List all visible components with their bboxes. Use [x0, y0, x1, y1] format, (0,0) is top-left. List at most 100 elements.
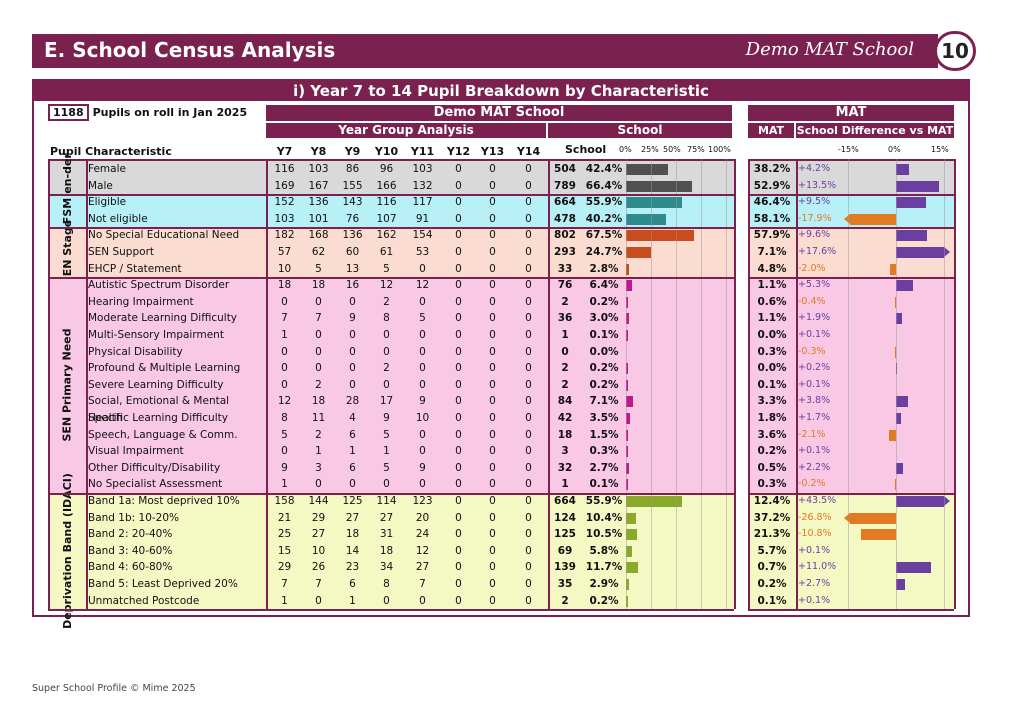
year-count: 18: [345, 528, 360, 541]
school-pct: 2.9%: [589, 578, 619, 590]
year-count: 9: [349, 312, 356, 325]
diff-value: -17.9%: [798, 212, 832, 224]
school-pct: 3.5%: [589, 412, 619, 424]
school-total: 2: [561, 378, 569, 391]
year-count: 0: [419, 262, 426, 275]
table-row: Not eligible 103 101 76 107 91 0 0 0 478 40.2% 58.1…: [0, 211, 1012, 228]
school-bar: [626, 213, 667, 225]
year-count: 169: [274, 179, 295, 192]
mat-pct: 58.1%: [753, 212, 791, 225]
row-label: Female: [88, 163, 126, 175]
year-count: 1: [281, 478, 288, 491]
year-count: 0: [525, 461, 532, 474]
school-pct: 66.4%: [585, 179, 623, 192]
mat-pct: 4.8%: [757, 262, 787, 275]
year-count: 62: [311, 246, 326, 258]
year-count: 0: [489, 528, 496, 541]
year-count: 10: [311, 544, 326, 557]
year-count: 0: [349, 362, 356, 375]
diff-bar: [896, 496, 944, 507]
year-count: 0: [489, 345, 496, 358]
school-total: 293: [554, 246, 576, 258]
year-count: 4: [349, 412, 356, 424]
year-count: 158: [274, 495, 295, 507]
school-total: 478: [554, 212, 576, 225]
school-bar: [626, 180, 693, 192]
year-count: 0: [525, 412, 532, 424]
year-count: 96: [379, 163, 394, 175]
row-label: Unmatched Postcode: [88, 594, 200, 607]
year-count: 0: [489, 495, 496, 507]
school-bar: [626, 230, 694, 242]
diff-value: -10.8%: [798, 528, 832, 540]
year-count: 0: [525, 295, 532, 308]
table-row: Unmatched Postcode 1 0 1 0 0 0 0 0 2 0.2% 0.1% +0.1%: [0, 593, 1012, 610]
year-count: 0: [455, 511, 462, 524]
year-count: 0: [455, 212, 462, 225]
year-count: 34: [379, 561, 394, 574]
diff-bar: [896, 247, 944, 258]
diff-bar: [861, 529, 896, 541]
year-count: 1: [349, 594, 356, 607]
year-count: 23: [345, 561, 360, 574]
group-divider: [748, 227, 954, 229]
table-row: Female 116 103 86 96 103 0 0 0 504 42.4% 38.2% +4.2%: [0, 161, 1012, 178]
year-count: 0: [455, 478, 462, 491]
year-count: 0: [419, 478, 426, 491]
year-count: 0: [489, 262, 496, 275]
year-count: 0: [455, 229, 462, 242]
row-label: Band 3: 40-60%: [88, 544, 173, 557]
year-count: 114: [376, 495, 397, 507]
year-count: 0: [489, 412, 496, 424]
mat-pct: 0.0%: [757, 329, 787, 341]
year-count: 0: [489, 544, 496, 557]
table-row: Social, Emotional & Mental Health 12 18 28 1…: [0, 393, 1012, 424]
year-count: 0: [525, 395, 532, 408]
school-pct: 42.4%: [585, 163, 623, 175]
table-row: SEN Support 57 62 60 61 53 0 0 0 293 24.7% 7.1% +17.…: [0, 244, 1012, 261]
year-count: 0: [281, 362, 288, 375]
school-axis-tick: 50%: [663, 145, 681, 154]
year-count: 29: [311, 511, 326, 524]
table-row: Male 169 167 155 166 132 0 0 0 789 66.4% 52.9% +13.5…: [0, 178, 1012, 195]
year-count: 0: [455, 594, 462, 607]
year-count: 0: [489, 378, 496, 391]
year-count: 0: [455, 561, 462, 574]
year-count: 18: [311, 279, 326, 292]
year-count: 0: [525, 312, 532, 325]
year-count: 29: [277, 561, 292, 574]
year-count: 17: [379, 395, 394, 408]
year-count: 123: [412, 495, 433, 507]
row-label: Autistic Spectrum Disorder: [88, 279, 230, 292]
year-count: 0: [525, 478, 532, 491]
year-count: 0: [315, 295, 322, 308]
school-pct: 2.8%: [589, 262, 619, 275]
year-count: 101: [308, 212, 329, 225]
school-pct: 55.9%: [585, 495, 623, 507]
diff-value: +1.9%: [798, 312, 831, 324]
school-total: 36: [557, 312, 573, 325]
row-label: Other Difficulty/Disability: [88, 461, 221, 474]
year-count: 0: [489, 445, 496, 458]
year-count: 0: [525, 561, 532, 574]
diff-bar: [850, 512, 896, 524]
year-count: 0: [455, 295, 462, 308]
year-count: 1: [383, 445, 390, 458]
year-count: 0: [455, 246, 462, 258]
year-count: 0: [525, 378, 532, 391]
year-count: 1: [281, 329, 288, 341]
school-bar: [626, 164, 669, 175]
school-pct: 0.0%: [589, 345, 619, 358]
group-divider: [748, 493, 954, 495]
year-count: 16: [345, 279, 360, 292]
year-count: 0: [455, 495, 462, 507]
year-count: 0: [315, 329, 322, 341]
year-count: 10: [415, 412, 430, 424]
mat-pct: 46.4%: [753, 196, 791, 209]
table-row: Physical Disability 0 0 0 0 0 0 0 0 0 0.0% 0.3% -0.3…: [0, 344, 1012, 361]
school-total: 139: [554, 561, 576, 574]
school-bar: [626, 247, 651, 258]
year-count: 8: [383, 578, 390, 590]
table-row: Visual Impairment 0 1 1 1 0 0 0 0 3 0.3% 0.2% +0.1%: [0, 443, 1012, 460]
year-count: 0: [489, 229, 496, 242]
